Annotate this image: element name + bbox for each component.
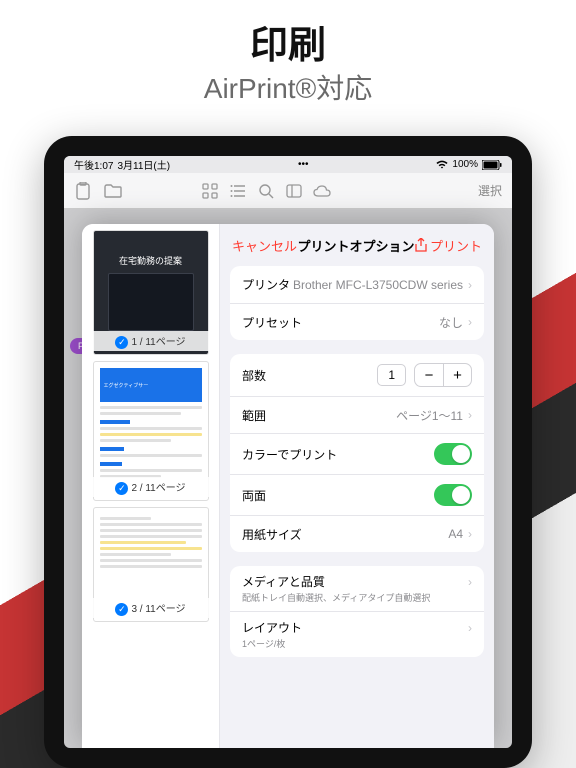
thumb-3-page: 3 / 11ページ [131,604,185,615]
dynamic-island-dots: ••• [298,159,309,170]
select-button[interactable]: 選択 [478,182,502,199]
cancel-button[interactable]: キャンセル [232,236,297,255]
sheet-header: キャンセル プリントオプション プリント [220,224,494,266]
preview-column: 在宅勤務の提案 ✓1 / 11ページ エグゼクティブサー [82,224,220,748]
app-toolbar: 選択 [64,173,512,209]
range-row[interactable]: 範囲 ページ1〜11› [230,396,484,433]
layout-icon[interactable] [285,182,303,200]
sheet-title: プリントオプション [297,236,414,255]
grid-icon[interactable] [201,182,219,200]
printer-row[interactable]: プリンタ Brother MFC-L3750CDW series› [230,266,484,303]
copies-row: 部数 1 − + [230,354,484,396]
battery-percent: 100% [452,159,478,170]
color-toggle[interactable] [434,443,472,465]
thumb-3[interactable]: ✓3 / 11ページ [93,507,209,622]
thumb-1-page: 1 / 11ページ [131,337,185,348]
print-button[interactable]: プリント [415,236,482,255]
chevron-right-icon: › [468,278,472,292]
chevron-right-icon: › [468,621,472,635]
chevron-right-icon: › [468,575,472,589]
cloud-icon[interactable] [313,182,331,200]
chevron-right-icon: › [468,527,472,541]
thumb-1[interactable]: 在宅勤務の提案 ✓1 / 11ページ [93,230,209,355]
list-icon[interactable] [229,182,247,200]
thumb-2-page: 2 / 11ページ [131,483,185,494]
promo-subtitle: AirPrint®対応 [0,67,576,107]
thumb-2[interactable]: エグゼクティブサー ✓2 / 11ページ [93,361,209,501]
chevron-right-icon: › [468,315,472,329]
duplex-row: 両面 [230,474,484,515]
status-bar: 午後1:07 3月11日(土) ••• 100% [64,156,512,173]
ipad-frame: 午後1:07 3月11日(土) ••• 100% [44,136,532,768]
preset-row[interactable]: プリセット なし› [230,303,484,340]
chevron-right-icon: › [468,408,472,422]
check-icon: ✓ [115,482,128,495]
clipboard-icon[interactable] [74,182,92,200]
check-icon: ✓ [115,603,128,616]
layout-row[interactable]: レイアウト› 1ページ/枚 [230,611,484,657]
print-sheet: 在宅勤務の提案 ✓1 / 11ページ エグゼクティブサー [82,224,494,748]
thumb-1-caption: 在宅勤務の提案 [119,254,182,267]
share-icon [415,238,427,252]
search-icon[interactable] [257,182,275,200]
battery-icon [482,160,502,170]
promo-title: 印刷 [0,14,576,69]
duplex-toggle[interactable] [434,484,472,506]
thumb-2-title: エグゼクティブサー [100,368,202,402]
copies-plus[interactable]: + [443,364,471,386]
status-time: 午後1:07 [74,157,113,172]
copies-value[interactable]: 1 [377,364,406,386]
paper-row[interactable]: 用紙サイズ A4› [230,515,484,552]
folder-icon[interactable] [104,182,122,200]
wifi-icon [436,160,448,169]
copies-minus[interactable]: − [415,364,443,386]
check-icon: ✓ [115,336,128,349]
status-date: 3月11日(土) [117,157,170,172]
media-row[interactable]: メディアと品質› 配紙トレイ自動選択、メディアタイプ自動選択 [230,566,484,611]
color-row: カラーでプリント [230,433,484,474]
